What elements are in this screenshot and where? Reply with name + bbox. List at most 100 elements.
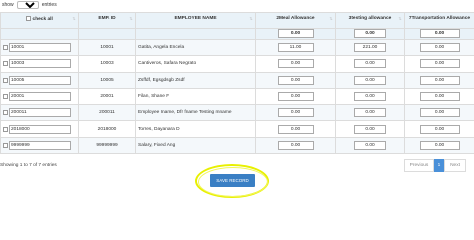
testing-cell: 0.00 [335,104,405,122]
row-checkbox[interactable] [3,61,8,67]
employee-name-cell: Filan, Shane F [135,87,256,106]
meal-cell: 11.00 [255,38,336,57]
meal-input[interactable]: 0.00 [277,124,314,134]
transport-input[interactable]: 0.00 [419,75,460,85]
check-all-label: check all [32,16,53,22]
header-blank [78,28,136,40]
row-checkbox[interactable] [3,126,8,132]
emp-id-cell: 10005 [78,71,136,89]
employee-name-cell: Torres, Dayanara D [135,120,256,138]
row-checkbox[interactable] [3,45,8,51]
meal-cell: 0.00 [255,120,336,138]
meal-input[interactable]: 0.00 [277,92,314,102]
row-checkbox[interactable] [3,94,8,100]
emp-id-cell: 2018000 [78,120,136,138]
transport-input[interactable]: 0.00 [419,108,460,118]
emp-id-cell: 99999999 [78,136,136,155]
testing-cell: 0.00 [335,120,405,138]
pagination: Previous 1 Next [404,159,466,172]
transport-input[interactable]: 0.00 [419,59,460,69]
meal-default-input[interactable]: 0.00 [277,29,314,38]
transport-input[interactable]: 0.00 [419,140,460,150]
testing-allowance-header[interactable]: 3testing allowance ↑↓ [335,12,405,29]
check-all-checkbox[interactable] [26,16,32,21]
employee-name-cell: Gatita, Angela Encela [135,38,256,57]
emp-id-cell: 10003 [78,55,136,73]
employee-name-cell: Cantiveros, Safara Negrato [135,55,256,73]
meal-cell: 0.00 [255,55,336,73]
employee-name-header-label: EMPLOYEE NAME [174,16,217,21]
show-label: show [2,1,14,8]
check-cell: 10005 [0,71,79,89]
meal-cell: 0.00 [255,136,336,155]
emp-id-header[interactable]: EMP. ID ↑↓ [78,12,136,29]
row-id-input[interactable]: 10001 [9,43,71,53]
employee-name-cell: Salary, Fixed Ang [135,136,256,155]
testing-input[interactable]: 0.00 [354,59,386,69]
check-cell: 20001 [0,87,79,106]
emp-id-cell: 200011 [78,104,136,122]
testing-default-input[interactable]: 0.00 [354,29,386,38]
row-id-input[interactable]: 200011 [9,108,71,118]
sort-icon[interactable]: ↑↓ [72,16,76,22]
transport-cell: 0.00 [404,87,474,106]
testing-input[interactable]: 0.00 [354,92,386,102]
table-row: 10003 10003 Cantiveros, Safara Negrato 0… [0,55,474,73]
row-id-input[interactable]: 20001 [9,92,71,102]
entries-select[interactable]: 10 [16,0,39,9]
employee-name-cell: Employee Iname, Dfr fname Testing mname [135,104,256,122]
transport-cell: 0.00 [404,55,474,73]
testing-input[interactable]: 221.00 [354,43,386,53]
table-info: Showing 1 to 7 of 7 entries [0,163,57,168]
sort-icon[interactable]: ↑↓ [129,16,133,22]
save-record-button[interactable]: SAVE RECORD [210,174,255,187]
next-button[interactable]: Next [444,159,466,172]
table-row: 9999999 99999999 Salary, Fixed Ang 0.00 … [0,136,474,155]
transport-input[interactable]: 0.00 [419,43,460,53]
check-cell: 200011 [0,104,79,122]
testing-input[interactable]: 0.00 [354,140,386,150]
check-cell: 10003 [0,55,79,73]
transport-input[interactable]: 0.00 [419,124,460,134]
row-id-input[interactable]: 9999999 [9,140,71,150]
meal-input[interactable]: 0.00 [277,108,314,118]
row-id-input[interactable]: 2018000 [9,124,71,134]
row-checkbox[interactable] [3,142,8,148]
transport-cell: 0.00 [404,38,474,57]
sort-icon[interactable]: ↑↓ [329,16,333,22]
previous-button[interactable]: Previous [404,159,434,172]
testing-cell: 0.00 [335,71,405,89]
check-all-header[interactable]: check all ↑↓ [0,12,79,29]
meal-input[interactable]: 11.00 [277,43,314,53]
meal-input[interactable]: 0.00 [277,75,314,85]
employee-name-header[interactable]: EMPLOYEE NAME ↑↓ [135,12,256,29]
transport-default-input[interactable]: 0.00 [419,29,460,38]
table-row: 200011 200011 Employee Iname, Dfr fname … [0,104,474,122]
testing-input[interactable]: 0.00 [354,124,386,134]
testing-input[interactable]: 0.00 [354,108,386,118]
meal-cell: 0.00 [255,71,336,89]
sort-icon[interactable]: ↑↓ [398,16,402,22]
header-blank [135,28,256,40]
transport-allowance-header[interactable]: 7Transportation Allowance [404,12,474,29]
meal-input[interactable]: 0.00 [277,59,314,69]
row-checkbox[interactable] [3,110,8,116]
table-row: 20001 20001 Filan, Shane F 0.00 0.00 0.0… [0,87,474,106]
entries-label: entries [41,1,57,8]
meal-input[interactable]: 0.00 [277,140,314,150]
row-id-input[interactable]: 10003 [9,59,71,69]
row-checkbox[interactable] [3,77,8,83]
row-id-input[interactable]: 10005 [9,75,71,85]
emp-id-cell: 10001 [78,38,136,57]
testing-input[interactable]: 0.00 [354,75,386,85]
testing-cell: 221.00 [335,38,405,57]
meal-allowance-header[interactable]: 2Meal Allowance ↑↓ [255,12,336,29]
transport-allowance-header-label: 7Transportation Allowance [408,16,471,21]
transport-input[interactable]: 0.00 [419,92,460,102]
meal-allowance-header-label: 2Meal Allowance [276,16,315,21]
sort-icon[interactable]: ↑↓ [249,16,253,22]
emp-id-cell: 20001 [78,87,136,106]
page-1-button[interactable]: 1 [434,159,444,172]
table-row: 10001 10001 Gatita, Angela Encela 11.00 … [0,38,474,57]
check-cell: 9999999 [0,136,79,155]
